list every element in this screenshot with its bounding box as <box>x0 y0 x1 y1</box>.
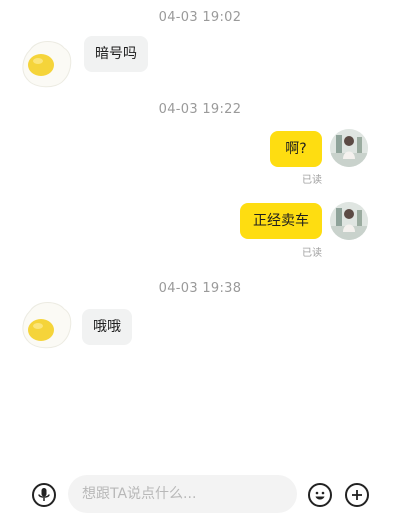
timestamp: 04-03 19:22 <box>158 102 242 117</box>
user-photo-icon <box>330 129 368 167</box>
timestamp: 04-03 19:38 <box>158 281 242 296</box>
fried-egg-icon <box>22 41 72 88</box>
user-avatar[interactable] <box>330 129 368 167</box>
message-input[interactable] <box>68 475 297 513</box>
read-status: 已读 <box>302 175 322 186</box>
user-photo-icon <box>330 202 368 240</box>
received-message-bubble[interactable]: 暗号吗 <box>84 36 148 72</box>
timestamp: 04-03 19:02 <box>158 10 242 25</box>
contact-avatar[interactable] <box>20 297 74 351</box>
contact-avatar[interactable] <box>20 36 74 90</box>
plus-icon[interactable] <box>345 483 369 507</box>
sent-message-bubble[interactable]: 啊? <box>270 131 322 167</box>
microphone-icon[interactable] <box>32 483 56 507</box>
received-message-bubble[interactable]: 哦哦 <box>82 309 132 345</box>
fried-egg-icon <box>22 302 72 349</box>
message-input-bar <box>0 470 400 518</box>
read-status: 已读 <box>302 248 322 259</box>
emoji-icon[interactable] <box>308 483 332 507</box>
user-avatar[interactable] <box>330 202 368 240</box>
sent-message-bubble[interactable]: 正经卖车 <box>240 203 322 239</box>
